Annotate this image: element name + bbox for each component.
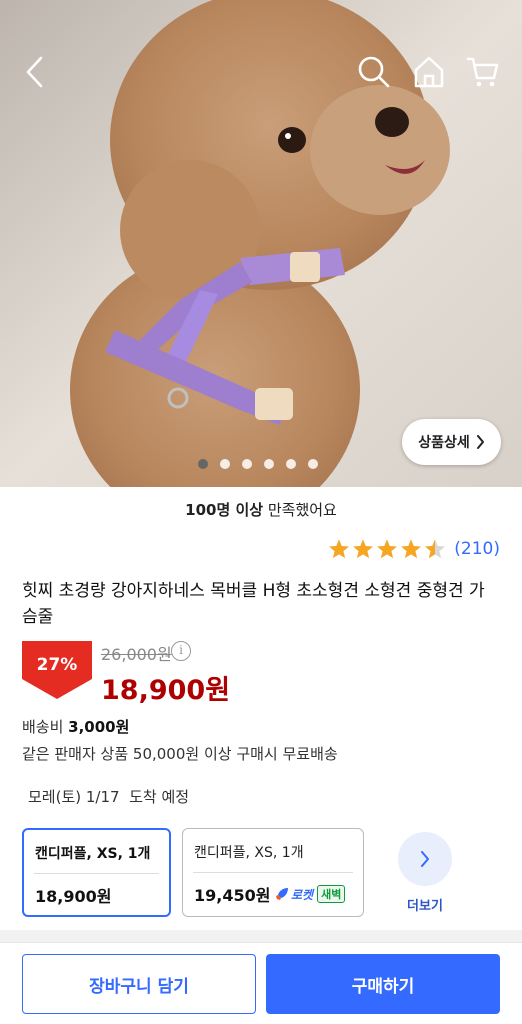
dawn-delivery-label: 새벽 — [317, 885, 346, 903]
star-full-icon — [353, 539, 374, 559]
add-to-cart-button[interactable]: 장바구니 담기 — [22, 954, 256, 1014]
carousel-dot[interactable] — [242, 459, 252, 469]
option-name: 캔디퍼플, XS, 1개 — [194, 845, 304, 861]
back-icon[interactable] — [12, 50, 56, 94]
option-divider — [193, 872, 353, 873]
search-icon[interactable] — [352, 50, 396, 94]
free-shipping-condition: 같은 판매자 상품 50,000원 이상 구매시 무료배송 — [22, 745, 338, 763]
option-divider — [34, 873, 159, 874]
rating[interactable]: (210) — [328, 538, 500, 560]
carousel-dot[interactable] — [198, 459, 208, 469]
product-detail-button[interactable]: 상품상세 — [402, 419, 501, 465]
info-icon[interactable]: i — [171, 641, 191, 661]
buy-now-button[interactable]: 구매하기 — [266, 954, 500, 1014]
original-price: 26,000원 — [101, 645, 172, 664]
carousel-dot[interactable] — [286, 459, 296, 469]
star-full-icon — [329, 539, 350, 559]
more-options-label[interactable]: 더보기 — [385, 895, 465, 914]
option-card[interactable]: 캔디퍼플, XS, 1개 19,450원 로켓 새벽 — [182, 828, 364, 917]
chevron-right-icon — [476, 435, 484, 449]
discount-rate: 27% — [36, 655, 78, 675]
option-price: 18,900원 — [35, 887, 112, 906]
rocket-label: 로켓 — [291, 887, 314, 902]
bottom-action-bar: 장바구니 담기 구매하기 — [0, 942, 522, 1024]
option-name: 캔디퍼플, XS, 1개 — [35, 846, 151, 862]
option-card-selected[interactable]: 캔디퍼플, XS, 1개 18,900원 — [22, 828, 171, 917]
sale-price: 18,900원 — [101, 675, 231, 706]
more-options-button[interactable] — [398, 832, 452, 886]
discount-badge: 27% — [22, 641, 92, 699]
carousel-pagination — [198, 459, 318, 469]
option-price: 19,450원 — [194, 886, 271, 905]
product-title: 힛찌 초경량 강아지하네스 목버클 H형 초소형견 소형견 중형견 가슴줄 — [22, 581, 485, 627]
carousel-dot[interactable] — [220, 459, 230, 469]
section-divider — [0, 930, 522, 942]
satisfaction-suffix: 만족했어요 — [263, 501, 337, 519]
rating-count[interactable]: (210) — [454, 539, 500, 559]
satisfaction-count: 100명 이상 — [185, 501, 264, 519]
star-full-icon — [401, 539, 422, 559]
carousel-dot[interactable] — [264, 459, 274, 469]
shipping-fee: 배송비 3,000원 — [22, 716, 129, 737]
shipping-fee-label: 배송비 — [22, 718, 69, 736]
cart-icon[interactable] — [461, 50, 505, 94]
product-image-carousel[interactable]: 상품상세 — [0, 0, 522, 487]
carousel-dot[interactable] — [308, 459, 318, 469]
star-full-icon — [377, 539, 398, 559]
home-icon[interactable] — [407, 50, 451, 94]
rocket-delivery-badge: 로켓 새벽 — [275, 885, 346, 903]
star-half-icon — [425, 539, 446, 559]
shipping-fee-value: 3,000원 — [68, 718, 130, 736]
rocket-icon — [276, 888, 288, 900]
product-detail-label: 상품상세 — [418, 435, 470, 451]
arrival-estimate: 모레(토) 1/17 도착 예정 — [28, 788, 190, 806]
satisfaction-text: 100명 이상 만족했어요 — [0, 499, 522, 520]
chevron-right-icon — [421, 851, 429, 867]
